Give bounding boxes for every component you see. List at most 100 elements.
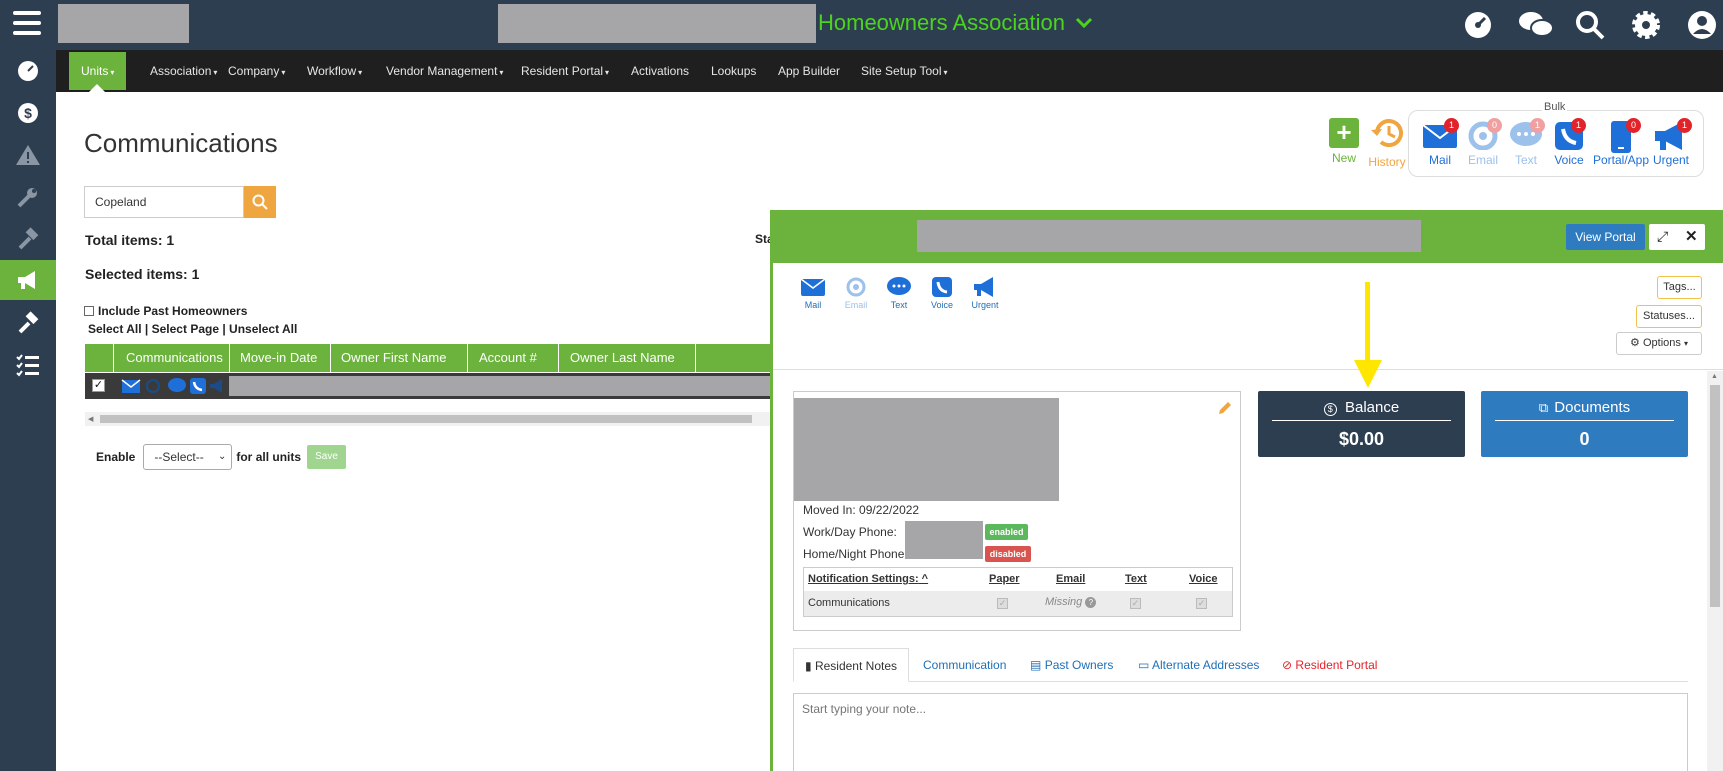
panel-scrollbar-thumb[interactable] [1710,385,1720,607]
table-row[interactable]: ✓ [85,373,770,399]
balance-header: $ Balance [1272,399,1451,421]
header-owner-first-name[interactable]: Owner First Name [331,344,468,372]
chat-icon[interactable] [167,377,187,395]
bulk-urgent-button[interactable]: 1 Urgent [1650,118,1692,167]
megaphone-icon[interactable] [209,378,223,394]
separator: | [222,322,226,336]
nav-site-setup-tool[interactable]: Site Setup Tool [849,50,960,92]
tab-resident-notes[interactable]: ▮ Resident Notes [793,648,909,682]
panel-urgent-button[interactable]: Urgent [965,276,1005,310]
scrollbar-thumb[interactable] [100,415,752,423]
history-button[interactable]: History [1366,116,1408,169]
checklist-icon [16,354,39,377]
options-button[interactable]: ⚙ Options ▾ [1616,332,1702,355]
enable-select[interactable]: --Select-- ⌄ [143,444,233,470]
sidebar-item-tasks[interactable] [0,344,56,386]
dollar-icon: $ [18,103,38,123]
panel-email-button[interactable]: Email [836,276,876,310]
header-move-in-date[interactable]: Move-in Date [230,344,331,372]
sidebar-item-tools[interactable] [0,218,56,260]
dashboard-icon[interactable] [1462,9,1494,41]
nav-company[interactable]: Company [216,50,297,92]
statuses-button[interactable]: Statuses... [1636,305,1702,328]
search-icon[interactable] [1574,9,1606,41]
unselect-all-link[interactable]: Unselect All [229,322,297,336]
sidebar-item-finance[interactable]: $ [0,92,56,134]
nav-vendor-management[interactable]: Vendor Management [374,50,515,92]
help-icon[interactable]: ? [1085,597,1097,608]
hamburger-menu-icon[interactable] [13,11,41,37]
tab-resident-portal[interactable]: ⊘ Resident Portal [1282,648,1377,682]
association-selector[interactable]: Homeowners Association [818,10,1093,36]
close-icon[interactable]: ✕ [1685,227,1698,245]
search-button[interactable] [244,186,276,218]
documents-card[interactable]: ⧉ Documents 0 [1481,391,1688,457]
paper-checkbox[interactable]: ✓ [997,598,1008,609]
scroll-up-icon[interactable]: ▲ [1711,373,1718,380]
email-missing-label: Missing [1045,596,1083,608]
phone-numbers-redacted [905,521,983,559]
include-past-row: Include Past Homeowners [84,304,247,318]
bulk-email-button[interactable]: 0 Email [1462,118,1504,167]
mail-icon[interactable] [121,378,141,394]
panel-header: View Portal ⤢ ✕ [773,210,1723,263]
voice-checkbox[interactable]: ✓ [1196,598,1207,609]
sidebar-item-communications[interactable] [0,260,56,300]
nav-app-builder[interactable]: App Builder [766,50,852,92]
panel-mail-button[interactable]: Mail [793,276,833,310]
at-icon[interactable] [145,378,161,394]
nav-workflow[interactable]: Workflow [295,50,374,92]
notification-settings-header[interactable]: Notification Settings: ^ [808,573,928,585]
panel-text-button[interactable]: Text [879,276,919,310]
header-owner-last-name[interactable]: Owner Last Name [559,344,696,372]
select-all-link[interactable]: Select All [88,322,142,336]
phone-icon[interactable] [189,377,207,395]
ban-icon: ⊘ [1282,658,1293,672]
select-page-link[interactable]: Select Page [152,322,219,336]
nav-site-setup-tool-label: Site Setup Tool [861,64,942,78]
warning-icon [16,145,40,165]
horizontal-scrollbar[interactable]: ◀ [85,412,770,426]
nav-activations[interactable]: Activations [619,50,701,92]
sidebar-item-dashboard[interactable] [0,50,56,92]
nav-lookups[interactable]: Lookups [699,50,768,92]
sort-up-icon: ^ [918,573,929,585]
nav-resident-portal[interactable]: Resident Portal [509,50,621,92]
bulk-mail-button[interactable]: 1 Mail [1419,118,1461,167]
bulk-voice-label: Voice [1554,153,1584,167]
search-input[interactable] [84,186,244,218]
resident-info-card: Moved In: 09/22/2022 Work/Day Phone: Hom… [793,391,1241,631]
header-account-number[interactable]: Account # [468,344,559,372]
gear-icon[interactable] [1630,9,1662,41]
expand-icon[interactable]: ⤢ [1657,228,1668,245]
bulk-voice-button[interactable]: 1 Voice [1548,118,1590,167]
include-past-checkbox[interactable] [84,306,94,316]
tags-button[interactable]: Tags... [1657,276,1702,299]
tab-alternate-addresses[interactable]: ▭ Alternate Addresses [1138,648,1259,682]
header-communications[interactable]: Communications [114,344,230,372]
chat-icon[interactable] [1518,9,1554,41]
note-textarea[interactable] [793,693,1688,771]
tab-communication[interactable]: Communication [923,648,1006,682]
row-checkbox[interactable]: ✓ [92,379,105,392]
pencil-icon[interactable] [1217,400,1233,416]
new-button[interactable]: + New [1326,118,1362,165]
megaphone-icon [974,277,993,297]
new-label: New [1331,151,1356,165]
sidebar-item-violations[interactable] [0,134,56,176]
bulk-text-button[interactable]: 1 Text [1505,118,1547,167]
panel-scrollbar[interactable]: ▲ [1707,371,1723,771]
tab-past-owners[interactable]: ▤ Past Owners [1030,648,1113,682]
view-portal-button[interactable]: View Portal [1566,224,1645,250]
save-button[interactable]: Save [307,445,347,469]
nav-units-label: Units [81,64,109,78]
panel-voice-button[interactable]: Voice [922,276,962,310]
notification-row-label: Communications [808,597,890,609]
text-checkbox[interactable]: ✓ [1130,598,1141,609]
scroll-left-icon[interactable]: ◀ [88,415,93,423]
bulk-portal-button[interactable]: 0 Portal/App [1591,118,1651,167]
sidebar-item-maintenance[interactable] [0,176,56,218]
sidebar-item-gavel[interactable] [0,302,56,344]
balance-card[interactable]: $ Balance $0.00 [1258,391,1465,457]
user-icon[interactable] [1686,9,1718,41]
